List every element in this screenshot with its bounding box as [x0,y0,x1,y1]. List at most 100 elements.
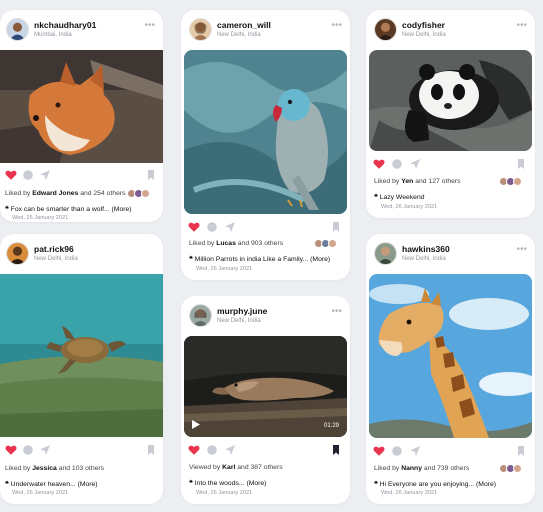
bookmark-icon[interactable] [515,445,527,457]
likes-prefix: Liked by [374,178,400,185]
likes-line: Liked by Yen and 127 others [374,178,461,185]
post-caption: ❝ Lazy Weekend [374,193,425,201]
bookmark-icon[interactable] [330,221,342,233]
send-icon[interactable] [409,158,421,170]
avatar[interactable] [374,242,397,265]
username[interactable]: pat.rick96 [34,244,74,254]
post-header: nkchaudhary01 Mumbai, India ••• [0,10,163,50]
location: New Delhi, India [402,32,446,38]
quote-icon: ❝ [374,481,378,488]
caption-text: Million Parrots in india Like a Family..… [194,256,309,263]
comment-icon[interactable] [22,444,34,456]
comment-icon[interactable] [391,445,403,457]
likes-name[interactable]: Lucas [216,240,236,247]
likes-name[interactable]: Yen [401,178,413,185]
more-dots-icon[interactable]: ••• [516,245,527,255]
parrot-photo[interactable] [184,50,347,214]
bookmark-icon[interactable] [330,444,342,456]
giraffe-photo[interactable] [369,274,532,438]
bookmark-icon[interactable] [145,444,157,456]
play-icon[interactable] [192,420,200,429]
action-bar [181,444,350,458]
likes-prefix: Liked by [189,240,215,247]
more-link[interactable]: (More) [246,480,266,487]
post-header: cameron_will New Delhi, India ••• [181,10,350,50]
bookmark-icon[interactable] [515,158,527,170]
likes-prefix: Liked by [5,465,31,472]
post-date: Wed, 26 January 2021 [12,215,69,221]
lizard-video[interactable]: 01:29 [184,336,347,437]
liker-avatars [499,464,523,473]
quote-icon: ❝ [189,256,193,263]
likes-name[interactable]: Nanny [401,465,422,472]
more-dots-icon[interactable]: ••• [331,21,342,31]
username[interactable]: nkchaudhary01 [34,20,96,30]
heart-icon[interactable] [5,169,17,181]
username[interactable]: murphy.june [217,306,267,316]
quote-icon: ❝ [5,206,9,213]
likes-suffix[interactable]: and 739 others [424,465,469,472]
quote-icon: ❝ [5,481,9,488]
username[interactable]: cameron_will [217,20,271,30]
quote-icon: ❝ [189,480,193,487]
post-header: pat.rick96 New Delhi, India [0,234,163,274]
more-dots-icon[interactable]: ••• [516,21,527,31]
post-date: Wed, 26 January 2021 [196,490,253,496]
avatar[interactable] [6,18,29,41]
likes-line: Liked by Jessica and 103 others [5,465,104,472]
avatar[interactable] [189,304,212,327]
avatar[interactable] [374,18,397,41]
location: New Delhi, India [217,32,261,38]
panda-photo[interactable] [369,50,532,151]
more-dots-icon[interactable]: ••• [144,21,155,31]
more-link[interactable]: (More) [476,481,496,488]
post-card: pat.rick96 New Delhi, India Liked by Jes… [0,234,163,504]
send-icon[interactable] [224,221,236,233]
post-caption: ❝ Underwater heaven... (More) [5,480,98,488]
post-caption: ❝ Hi Everyone are you enjoying... (More) [374,480,496,488]
more-link[interactable]: (More) [112,206,132,213]
location: Mumbai, India [34,32,72,38]
avatar[interactable] [6,242,29,265]
send-icon[interactable] [39,444,51,456]
fox-photo[interactable] [0,50,163,163]
heart-icon[interactable] [373,158,385,170]
likes-suffix[interactable]: and 903 others [238,240,283,247]
comment-icon[interactable] [391,158,403,170]
likes-suffix[interactable]: and 254 others [80,190,125,197]
turtle-photo[interactable] [0,274,163,437]
heart-icon[interactable] [188,444,200,456]
send-icon[interactable] [409,445,421,457]
username[interactable]: codyfisher [402,20,445,30]
likes-suffix[interactable]: and 103 others [59,465,104,472]
likes-name[interactable]: Edward Jones [32,190,78,197]
send-icon[interactable] [224,444,236,456]
post-card: hawkins360 New Delhi, India ••• Liked by… [366,234,535,504]
action-bar [0,444,163,458]
post-date: Wed, 26 January 2021 [381,204,438,210]
bookmark-icon[interactable] [145,169,157,181]
post-card: nkchaudhary01 Mumbai, India ••• Liked by… [0,10,163,222]
heart-icon[interactable] [5,444,17,456]
post-header: codyfisher New Delhi, India ••• [366,10,535,50]
post-caption: ❝ Into the woods... (More) [189,479,266,487]
heart-icon[interactable] [373,445,385,457]
username[interactable]: hawkins360 [402,244,450,254]
heart-icon[interactable] [188,221,200,233]
likes-line: Liked by Edward Jones and 254 others [5,190,126,197]
likes-name[interactable]: Jessica [32,465,57,472]
more-dots-icon[interactable]: ••• [331,307,342,317]
send-icon[interactable] [39,169,51,181]
caption-text: Lazy Weekend [379,194,425,201]
more-link[interactable]: (More) [78,481,98,488]
location: New Delhi, India [34,256,78,262]
more-link[interactable]: (More) [310,256,330,263]
likes-prefix: Viewed by [189,464,221,471]
comment-icon[interactable] [22,169,34,181]
comment-icon[interactable] [206,221,218,233]
likes-name[interactable]: Karl [222,464,235,471]
likes-suffix[interactable]: and 387 others [237,464,282,471]
likes-suffix[interactable]: and 127 others [415,178,460,185]
avatar[interactable] [189,18,212,41]
comment-icon[interactable] [206,444,218,456]
